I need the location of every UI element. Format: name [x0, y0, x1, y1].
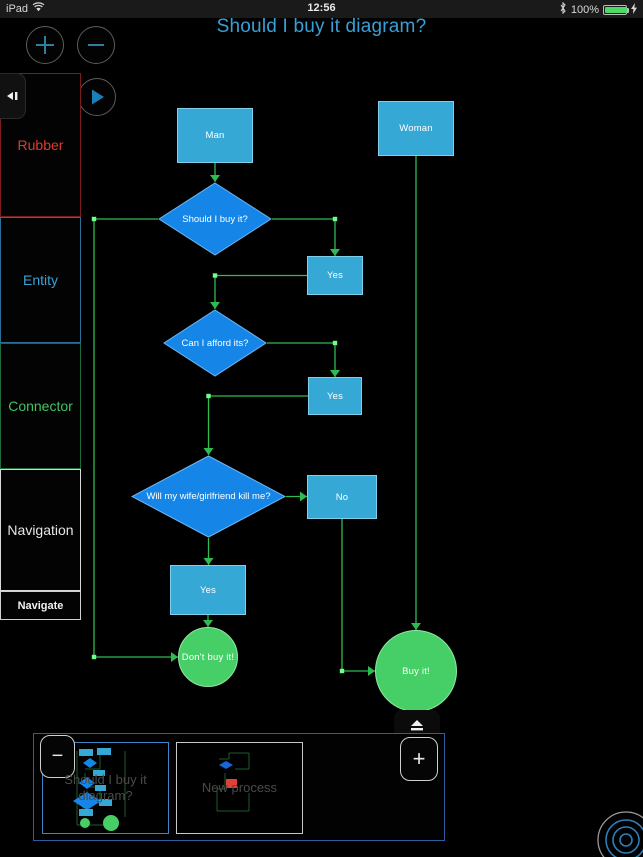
connector-line[interactable]	[207, 395, 309, 455]
app-root: iPad 12:56 100% Should I buy it diagram?…	[0, 0, 643, 857]
diagram-node-diamond[interactable]: Can I afford its?	[163, 309, 267, 377]
status-bar-right: 100%	[559, 1, 637, 17]
diagram-node-label: Will my wife/girlfriend kill me?	[146, 491, 271, 502]
connector-arrowhead	[330, 249, 340, 256]
connector-endpoint[interactable]	[91, 216, 97, 222]
diagram-node-rect[interactable]: Yes	[307, 256, 363, 295]
connector-arrowhead	[171, 652, 178, 662]
connector-arrowhead	[203, 448, 214, 455]
lightning-bolt-icon	[631, 2, 637, 17]
eject-icon	[411, 720, 423, 731]
diagram-node-rect[interactable]: Woman	[378, 101, 454, 156]
diagram-node-label: Yes	[326, 390, 344, 402]
diagram-node-label: Buy it!	[402, 665, 430, 677]
connector-endpoint[interactable]	[206, 393, 211, 399]
connector-line[interactable]	[214, 274, 307, 310]
spiral-icon[interactable]	[595, 809, 643, 857]
connector-line[interactable]	[267, 342, 336, 377]
connector-endpoint[interactable]	[212, 273, 218, 278]
connector-line[interactable]	[93, 218, 178, 658]
diagram-node-label: Man	[205, 130, 225, 141]
connector-line[interactable]	[341, 519, 375, 672]
connector-arrowhead	[203, 620, 213, 627]
diagram-node-circle[interactable]: Don't buy it!	[178, 627, 238, 687]
connector-endpoint[interactable]	[332, 216, 338, 222]
battery-icon	[603, 4, 629, 15]
connector-endpoint[interactable]	[332, 340, 338, 346]
diagram-node-label: Should I buy it?	[182, 213, 248, 225]
connector-arrowhead	[411, 623, 421, 630]
status-bar-time: 12:56	[307, 2, 336, 14]
connector-arrowhead	[210, 175, 220, 182]
connector-arrowhead	[210, 302, 220, 309]
bluetooth-icon	[559, 1, 567, 17]
diagram-node-circle[interactable]: Buy it!	[375, 630, 457, 712]
diagram-node-label: No	[335, 491, 349, 503]
connector-arrowhead	[330, 370, 340, 377]
document-bar: Should I buy it diagram? New process	[33, 733, 445, 841]
diagram-node-label: Yes	[199, 584, 217, 596]
connector-arrowhead	[300, 491, 307, 502]
connector-layer	[91, 156, 421, 676]
connector-arrowhead	[203, 558, 214, 565]
diagram-canvas[interactable]: Man Woman Should I buy it? Yes Can I afford …	[0, 18, 643, 718]
diagram-node-rect[interactable]: Yes	[308, 377, 362, 415]
connector-line[interactable]	[272, 218, 336, 256]
diagram-node-label: Woman	[399, 123, 433, 134]
connector-endpoint[interactable]	[339, 668, 345, 674]
connector-arrowhead	[368, 666, 375, 676]
diagram-node-label: Can I afford its?	[181, 337, 249, 349]
diagram-node-label: Don't buy it!	[181, 651, 235, 663]
document-thumbnail-selected[interactable]: Should I buy it diagram?	[42, 742, 169, 834]
diagram-node-rect[interactable]: Man	[177, 108, 253, 163]
document-thumbnail-label: New process	[201, 779, 278, 795]
add-document-label: +	[412, 746, 426, 771]
add-document-button[interactable]: +	[400, 737, 438, 781]
document-thumbnail[interactable]: New process	[176, 742, 303, 834]
battery-percent: 100%	[570, 3, 599, 16]
document-thumbnail-label: Should I buy it diagram?	[64, 771, 147, 803]
diagram-node-diamond[interactable]: Will my wife/girlfriend kill me?	[131, 455, 286, 538]
diagram-node-rect[interactable]: Yes	[170, 565, 246, 615]
connector-endpoint[interactable]	[91, 654, 97, 660]
diagram-node-rect[interactable]: No	[307, 475, 377, 519]
diagram-node-label: Yes	[326, 270, 344, 281]
diagram-node-diamond[interactable]: Should I buy it?	[158, 182, 272, 256]
